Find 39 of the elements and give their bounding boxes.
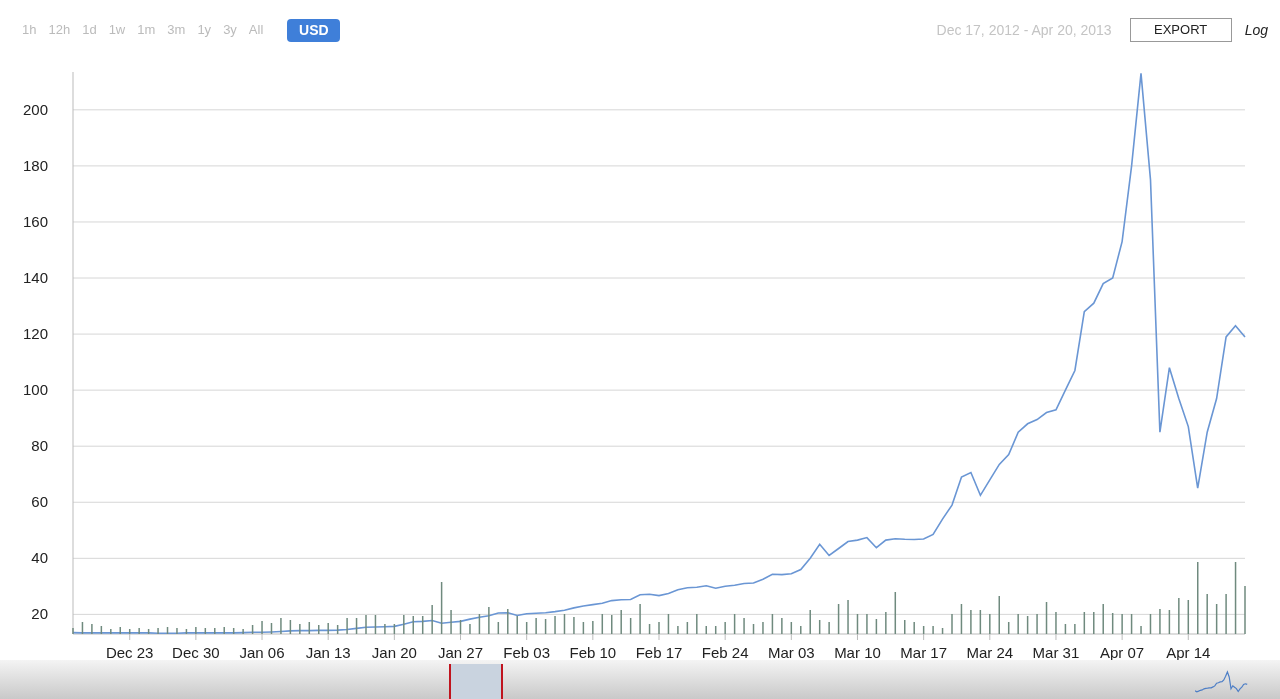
x-tick-label: Jan 13: [305, 644, 351, 660]
range-tab[interactable]: 1h: [22, 20, 37, 40]
navigator-window[interactable]: [449, 664, 503, 699]
x-tick-label: Jan 20: [371, 644, 417, 660]
range-tab[interactable]: All: [248, 20, 264, 40]
y-tick-label: 140: [22, 269, 48, 286]
x-tick-label: Mar 24: [966, 644, 1014, 660]
range-tab[interactable]: 1w: [108, 20, 126, 40]
range-tab[interactable]: 12h: [48, 20, 71, 40]
y-tick-label: 180: [22, 156, 48, 174]
log-toggle[interactable]: Log: [1244, 19, 1268, 41]
range-tab[interactable]: 1y: [197, 20, 212, 40]
x-tick-label: Mar 10: [834, 644, 881, 660]
range-tab[interactable]: 3m: [167, 20, 186, 40]
range-tab[interactable]: 1d: [82, 20, 97, 40]
y-tick-label: 60: [31, 493, 48, 511]
x-tick-label: Feb 24: [701, 644, 749, 660]
y-tick-label: 100: [22, 381, 48, 399]
x-tick-label: Feb 03: [503, 644, 551, 660]
x-tick-label: Mar 03: [768, 644, 815, 660]
x-tick-label: Feb 17: [635, 644, 683, 660]
range-tab[interactable]: 1m: [137, 20, 156, 40]
x-tick-label: Dec 30: [172, 644, 220, 660]
range-tab[interactable]: 3y: [223, 20, 237, 40]
export-button[interactable]: EXPORT: [1129, 18, 1232, 42]
y-tick-label: 160: [22, 212, 48, 230]
x-tick-label: Dec 23: [105, 644, 154, 660]
y-tick-label: 120: [22, 325, 48, 343]
x-tick-label: Feb 10: [569, 644, 617, 660]
x-tick-label: Mar 17: [900, 644, 947, 660]
x-tick-label: Jan 27: [438, 644, 484, 660]
y-tick-label: 40: [31, 549, 48, 567]
y-tick-label: 200: [22, 100, 48, 118]
currency-button[interactable]: USD: [287, 18, 341, 42]
date-range: Dec 17, 2012 - Apr 20, 2013: [936, 20, 1112, 40]
y-tick-label: 80: [31, 437, 48, 455]
y-tick-label: 20: [31, 605, 48, 623]
x-tick-label: Mar 31: [1032, 644, 1080, 660]
x-tick-label: Jan 06: [239, 644, 285, 660]
